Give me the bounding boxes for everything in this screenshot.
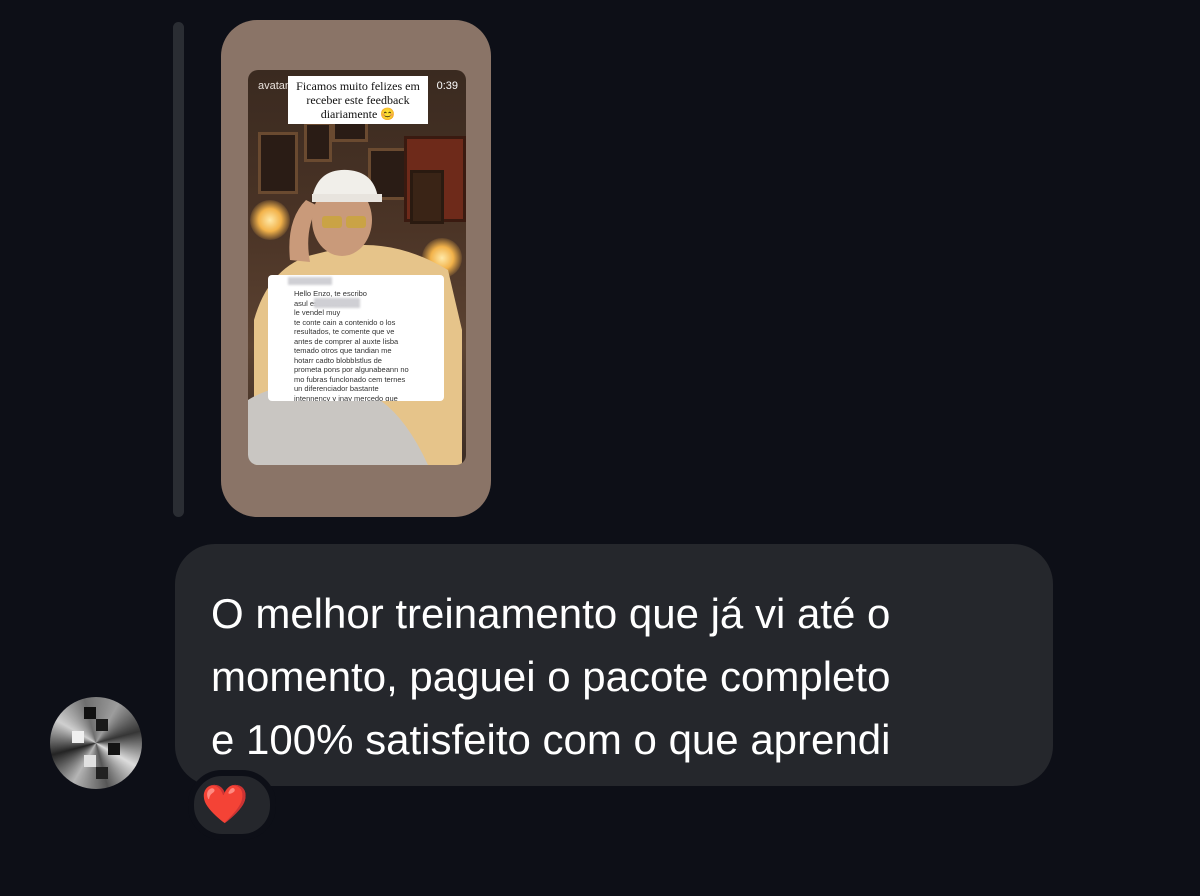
heart-reaction[interactable]: ❤️ — [188, 770, 276, 840]
story-username: avatan — [258, 80, 292, 92]
avatar-pixel — [84, 755, 96, 767]
feedback-screenshot-card: Hello Enzo, te escribo asul escriblando … — [268, 275, 444, 401]
message-text: O melhor treinamento que já vi até o mom… — [211, 590, 891, 763]
sender-avatar[interactable] — [50, 697, 142, 789]
avatar-pixel — [108, 743, 120, 755]
feedback-text: Hello Enzo, te escribo asul escriblando … — [294, 289, 409, 401]
story-video-thumbnail[interactable]: avatan 0:39 Ficamos muito felizes em rec… — [248, 70, 466, 465]
avatar-pixel — [72, 731, 84, 743]
avatar-pixel — [96, 767, 108, 779]
message-bubble[interactable]: O melhor treinamento que já vi até o mom… — [175, 544, 1053, 786]
avatar-pixel — [84, 707, 96, 719]
avatar-pixel — [96, 719, 108, 731]
redacted-name — [314, 298, 360, 308]
heart-icon: ❤️ — [201, 784, 249, 826]
reply-thread-line — [173, 22, 184, 517]
story-duration: 0:39 — [436, 80, 458, 92]
redacted-name — [288, 277, 332, 285]
person-figure — [248, 169, 462, 465]
story-caption: Ficamos muito felizes em receber este fe… — [288, 76, 428, 124]
